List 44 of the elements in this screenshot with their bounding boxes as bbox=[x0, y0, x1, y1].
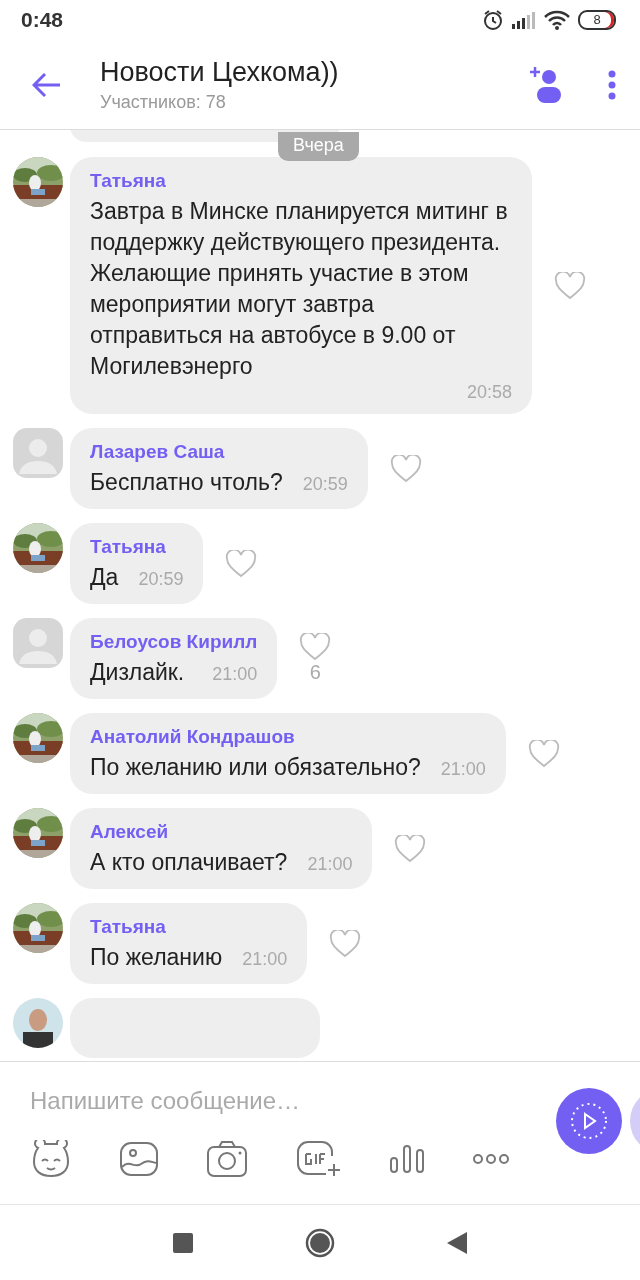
message-time: 21:00 bbox=[242, 949, 288, 970]
message-text: Завтра в Минске планируется митинг в поддержку действующего президента. Желающие принять участие в этом мероприятии могут завтра отправиться на автобусе в 9.00 от Могилевэнерго bbox=[90, 197, 509, 381]
image-icon[interactable] bbox=[119, 1141, 160, 1177]
more-options-icon[interactable] bbox=[608, 69, 616, 100]
sender-name: Лазарев Саша bbox=[90, 441, 226, 463]
sender-name: Татьяна bbox=[90, 916, 167, 938]
battery-indicator: 8 bbox=[578, 10, 616, 30]
gif-icon[interactable] bbox=[295, 1140, 342, 1178]
back-arrow-icon[interactable] bbox=[32, 71, 62, 98]
message-time: 20:58 bbox=[466, 382, 512, 403]
message-text: Дизлайк. bbox=[90, 658, 185, 687]
more-icon[interactable] bbox=[471, 1153, 510, 1165]
sender-name: Белоусов Кирилл bbox=[90, 631, 258, 653]
message-time: 21:00 bbox=[307, 854, 353, 875]
message-text: По желанию bbox=[90, 943, 223, 972]
play-icon bbox=[569, 1101, 609, 1141]
home-icon[interactable] bbox=[305, 1227, 335, 1258]
member-count: Участников: 78 bbox=[100, 91, 227, 113]
message-time: 21:00 bbox=[440, 759, 486, 780]
bear-face-icon[interactable] bbox=[30, 1140, 72, 1178]
sender-name: Алексей bbox=[90, 821, 170, 843]
back-icon[interactable] bbox=[447, 1231, 467, 1254]
message-text: По желанию или обязательно? bbox=[90, 753, 421, 782]
like-count: 6 bbox=[309, 661, 321, 684]
add-person-icon[interactable] bbox=[530, 65, 562, 104]
sender-name: Татьяна bbox=[90, 536, 167, 558]
sender-name: Татьяна bbox=[90, 170, 167, 192]
message-input[interactable]: Напишите сообщение… bbox=[30, 1086, 556, 1115]
message-text: Да bbox=[90, 563, 119, 592]
message-time: 20:59 bbox=[138, 569, 184, 590]
recents-icon[interactable] bbox=[173, 1232, 193, 1253]
status-time: 0:48 bbox=[21, 8, 64, 32]
audio-bars-icon[interactable] bbox=[388, 1144, 425, 1174]
message-time: 21:00 bbox=[212, 664, 258, 685]
chat-title: Новости Цехкома)) bbox=[100, 56, 340, 88]
message-text: А кто оплачивает? bbox=[90, 848, 288, 877]
date-label: Вчера bbox=[278, 132, 359, 161]
message-time: 20:59 bbox=[302, 474, 348, 495]
wifi-icon bbox=[544, 10, 570, 30]
message-text: Бесплатно чтоль? bbox=[90, 468, 283, 497]
alarm-icon bbox=[482, 9, 504, 31]
camera-icon[interactable] bbox=[206, 1140, 249, 1178]
signal-icon bbox=[512, 11, 536, 29]
sender-name: Анатолий Кондрашов bbox=[90, 726, 296, 748]
